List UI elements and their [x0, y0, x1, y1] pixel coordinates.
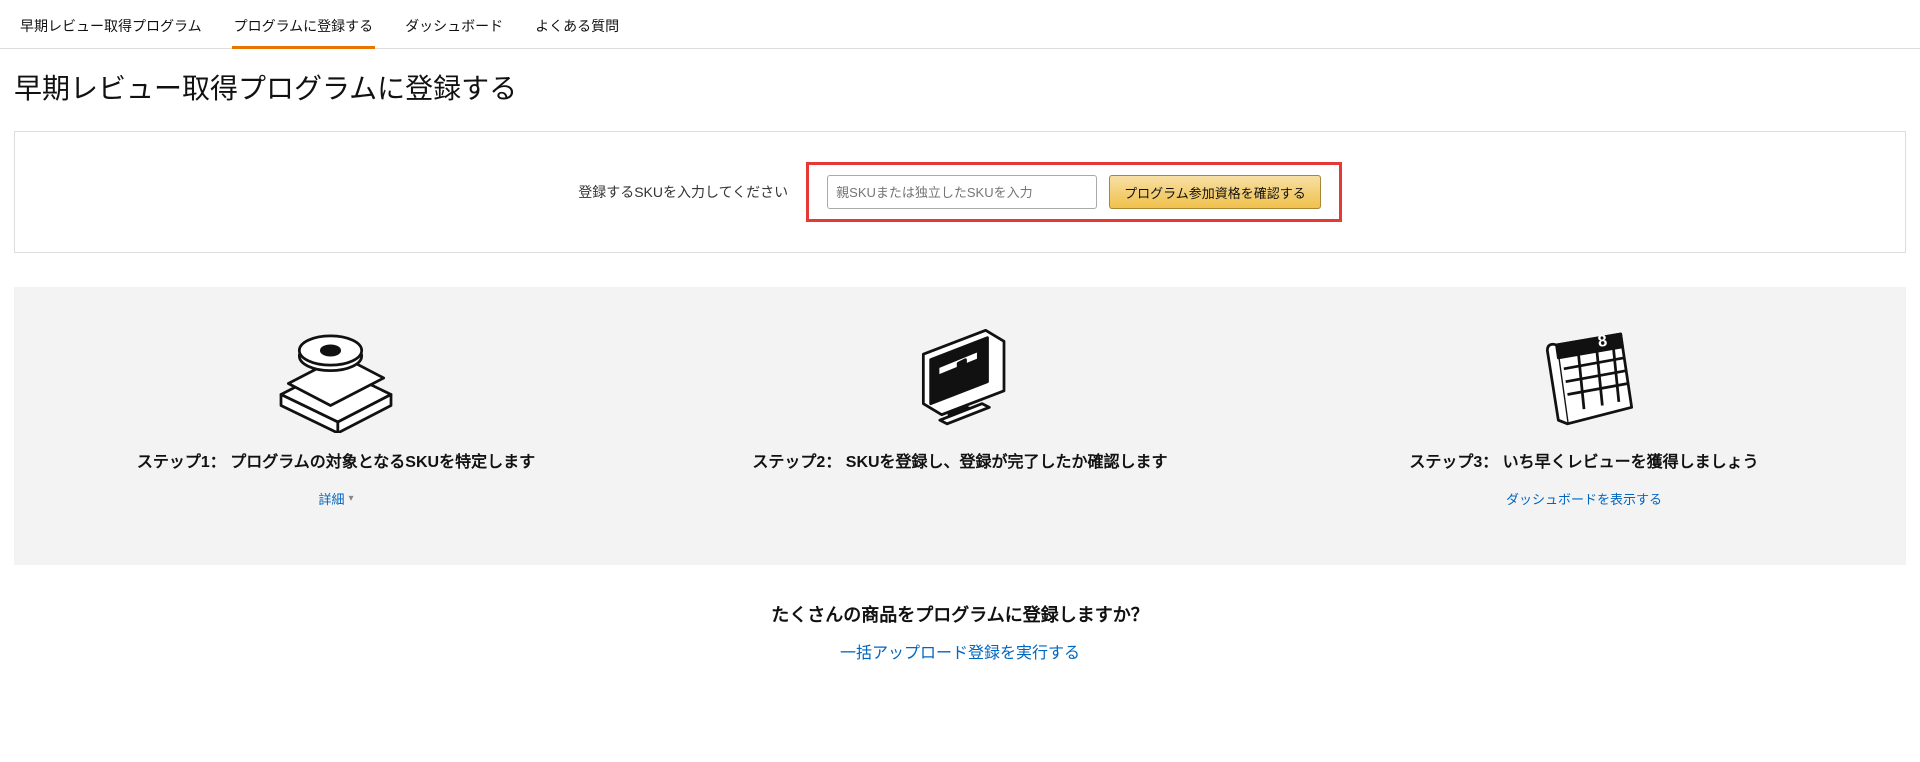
- tab-dashboard[interactable]: ダッシュボード: [403, 10, 505, 48]
- books-cd-icon: [34, 323, 638, 433]
- step-1: ステップ1： プログラムの対象となるSKUを特定します 詳細 ▾: [34, 323, 638, 509]
- step-2-title: ステップ2： SKUを登録し、登録が完了したか確認します: [658, 451, 1262, 475]
- tab-register[interactable]: プログラムに登録する: [232, 10, 376, 48]
- chevron-down-icon: ▾: [348, 493, 353, 504]
- bulk-upload-link[interactable]: 一括アップロード登録を実行する: [0, 639, 1920, 663]
- check-eligibility-button[interactable]: プログラム参加資格を確認する: [1109, 175, 1321, 209]
- monitor-icon: [658, 323, 1262, 433]
- calendar-icon: 8: [1282, 323, 1886, 433]
- sku-input-panel: 登録するSKUを入力してください プログラム参加資格を確認する: [14, 131, 1906, 253]
- sku-input-label: 登録するSKUを入力してください: [578, 182, 788, 202]
- bulk-upload-cta: たくさんの商品をプログラムに登録しますか？ 一括アップロード登録を実行する: [0, 565, 1920, 703]
- highlighted-input-group: プログラム参加資格を確認する: [806, 162, 1342, 222]
- step-3-dashboard-link[interactable]: ダッシュボードを表示する: [1506, 489, 1662, 508]
- sku-input[interactable]: [827, 175, 1097, 209]
- step-2: ステップ2： SKUを登録し、登録が完了したか確認します: [658, 323, 1262, 509]
- step-1-title: ステップ1： プログラムの対象となるSKUを特定します: [34, 451, 638, 475]
- steps-panel: ステップ1： プログラムの対象となるSKUを特定します 詳細 ▾ ステップ2： …: [14, 287, 1906, 565]
- tab-faq[interactable]: よくある質問: [533, 10, 621, 48]
- page-title: 早期レビュー取得プログラムに登録する: [0, 49, 1920, 125]
- tab-program-overview[interactable]: 早期レビュー取得プログラム: [18, 10, 204, 48]
- tab-bar: 早期レビュー取得プログラム プログラムに登録する ダッシュボード よくある質問: [0, 0, 1920, 49]
- bulk-upload-question: たくさんの商品をプログラムに登録しますか？: [0, 601, 1920, 627]
- step-3: 8 ステップ3： いち早くレビューを獲得しましょう ダッシュボードを表示する: [1282, 323, 1886, 509]
- svg-text:8: 8: [1597, 332, 1609, 351]
- step-1-details-text: 詳細: [318, 489, 344, 508]
- step-1-details-link[interactable]: 詳細 ▾: [318, 489, 353, 508]
- step-3-title: ステップ3： いち早くレビューを獲得しましょう: [1282, 451, 1886, 475]
